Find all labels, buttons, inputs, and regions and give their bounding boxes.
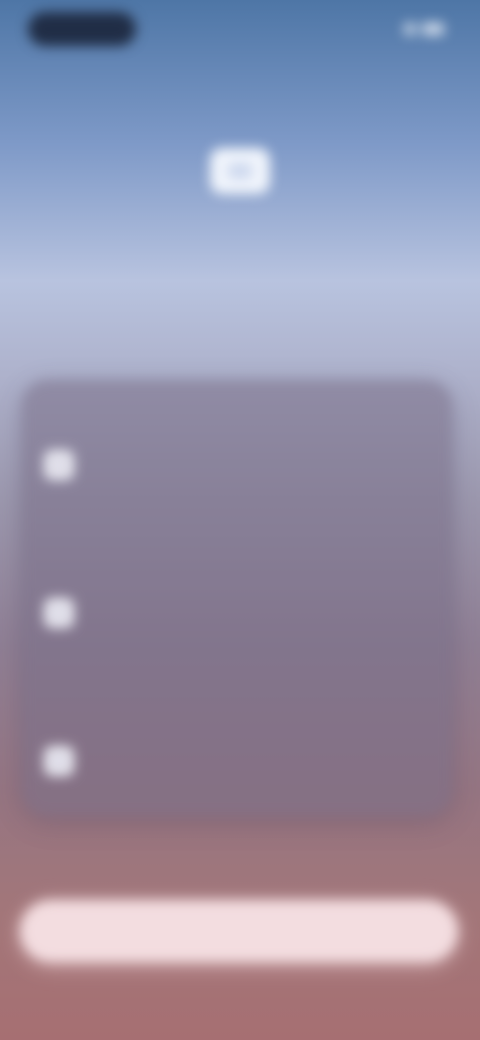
feature-icon bbox=[44, 746, 74, 776]
onboarding-screen bbox=[0, 0, 480, 1040]
feature-item bbox=[22, 398, 452, 528]
feature-icon bbox=[44, 450, 74, 480]
feature-icon bbox=[44, 598, 74, 628]
app-logo-icon bbox=[210, 148, 270, 194]
feature-item bbox=[22, 544, 452, 674]
status-indicators bbox=[388, 20, 444, 38]
feature-item bbox=[22, 690, 452, 820]
features-card bbox=[22, 380, 452, 816]
feature-glyph-icon bbox=[54, 608, 64, 618]
feature-glyph-icon bbox=[54, 756, 64, 766]
app-logo-glyph-icon bbox=[228, 163, 252, 179]
continue-button[interactable] bbox=[20, 900, 458, 962]
status-time-pill bbox=[28, 12, 136, 46]
battery-icon bbox=[422, 23, 444, 35]
signal-icon bbox=[404, 23, 416, 35]
feature-glyph-icon bbox=[54, 460, 64, 470]
